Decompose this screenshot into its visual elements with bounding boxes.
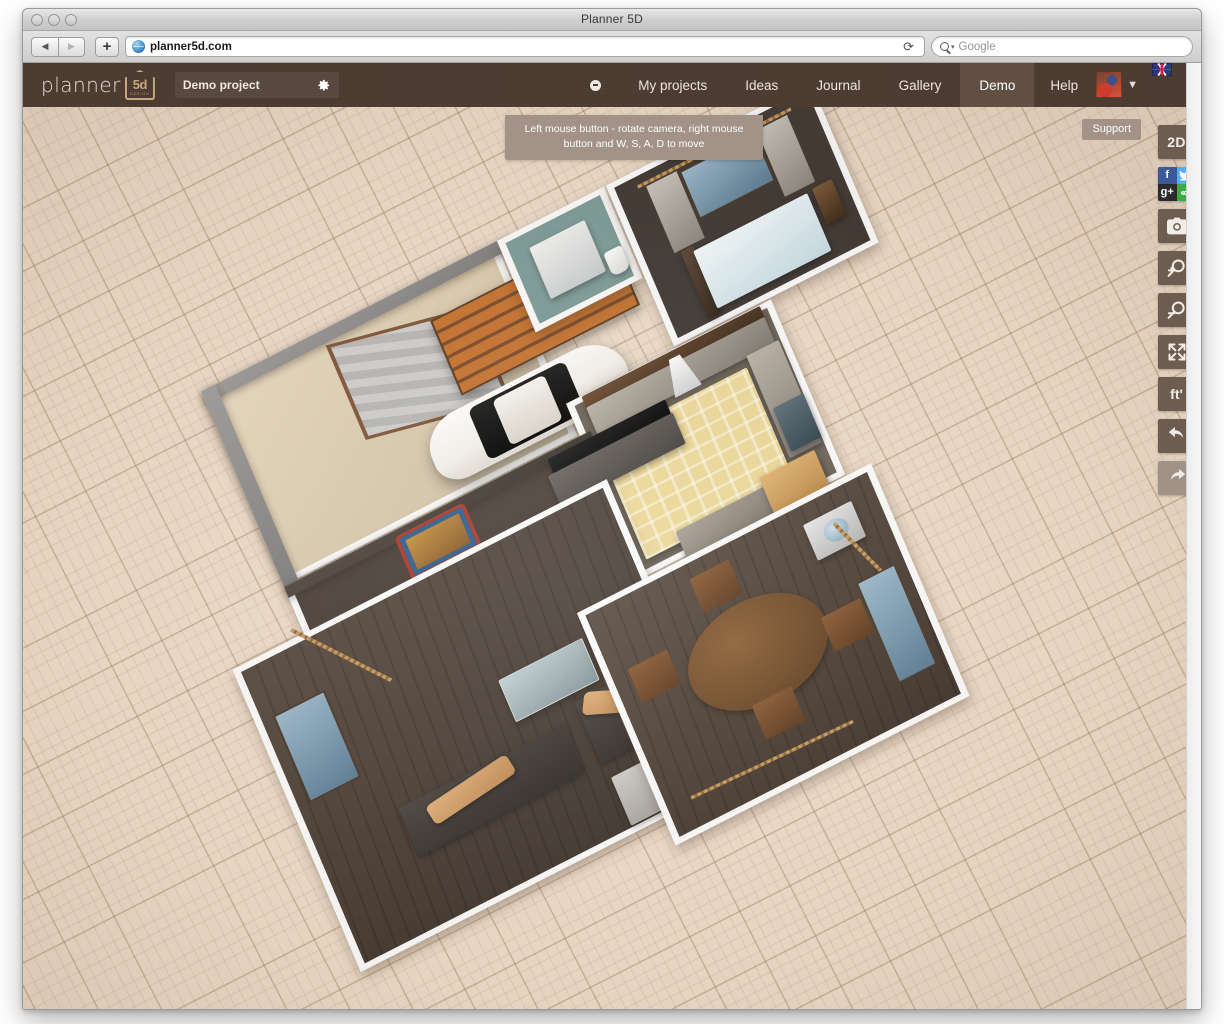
shower[interactable] [529,220,606,299]
nav-item-my-projects[interactable]: My projects [619,63,726,107]
minus-circle-icon [590,80,601,91]
googleplus-icon[interactable]: g+ [1158,184,1177,201]
logo-wordmark: planner [41,73,121,97]
house-model[interactable] [88,107,1117,1010]
chevron-down-icon[interactable]: ▼ [1127,79,1138,91]
browser-toolbar: ◀ ▶ + planner5d.com ⟳ ▾ Google [23,31,1201,63]
address-bar[interactable]: planner5d.com ⟳ [125,36,925,57]
washing-machine[interactable] [803,501,866,561]
nav-toggle-button[interactable] [572,63,619,107]
search-placeholder: Google [959,41,996,53]
forward-icon[interactable]: ▶ [58,37,85,57]
search-icon [940,42,949,51]
user-menu[interactable]: ▼ [1094,63,1144,107]
window[interactable] [273,690,362,803]
camera-controls-hint: Left mouse button - rotate camera, right… [505,115,763,160]
logo-badge-icon: 5d DESIGN [125,70,155,100]
facebook-icon[interactable]: f [1158,167,1177,184]
nav-item-ideas[interactable]: Ideas [726,63,797,107]
reload-icon[interactable]: ⟳ [899,39,918,55]
3d-scene [23,107,1186,1010]
page-content: planner 5d DESIGN Demo project [23,63,1201,1010]
globe-icon [132,40,145,53]
dining-chair[interactable] [628,649,682,703]
main-navigation: My projects Ideas Journal Gallery Demo H… [572,63,1186,107]
support-tooltip[interactable]: Support [1082,119,1141,140]
browser-titlebar: Planner 5D [23,9,1201,31]
toilet[interactable] [603,245,631,277]
floorplan-3d-canvas[interactable] [23,107,1186,1010]
nav-item-journal[interactable]: Journal [797,63,879,107]
page-scrollbar[interactable] [1186,63,1201,1010]
gear-icon[interactable] [316,78,331,93]
chevron-down-icon[interactable]: ▾ [951,43,955,51]
house-icon [125,70,155,100]
url-text: planner5d.com [150,41,232,53]
avatar[interactable] [1096,72,1122,98]
curtain-rod [290,628,392,682]
window-title: Planner 5D [23,12,1201,26]
project-name-text: Demo project [183,78,260,92]
wall [201,384,302,596]
navigation-buttons: ◀ ▶ [31,37,85,57]
nav-item-gallery[interactable]: Gallery [880,63,961,107]
new-tab-button[interactable]: + [95,37,119,57]
back-icon[interactable]: ◀ [31,37,58,57]
sofa[interactable] [399,724,585,856]
search-input[interactable]: ▾ Google [931,36,1193,57]
nav-item-demo[interactable]: Demo [960,63,1034,107]
browser-window: Planner 5D ◀ ▶ + planner5d.com ⟳ ▾ Googl… [22,8,1202,1010]
language-flag-icon[interactable] [1152,63,1172,76]
nav-item-help[interactable]: Help [1034,63,1094,107]
planner5d-logo[interactable]: planner 5d DESIGN [23,70,169,100]
app-header: planner 5d DESIGN Demo project [23,63,1186,107]
project-name-field[interactable]: Demo project [175,72,339,98]
